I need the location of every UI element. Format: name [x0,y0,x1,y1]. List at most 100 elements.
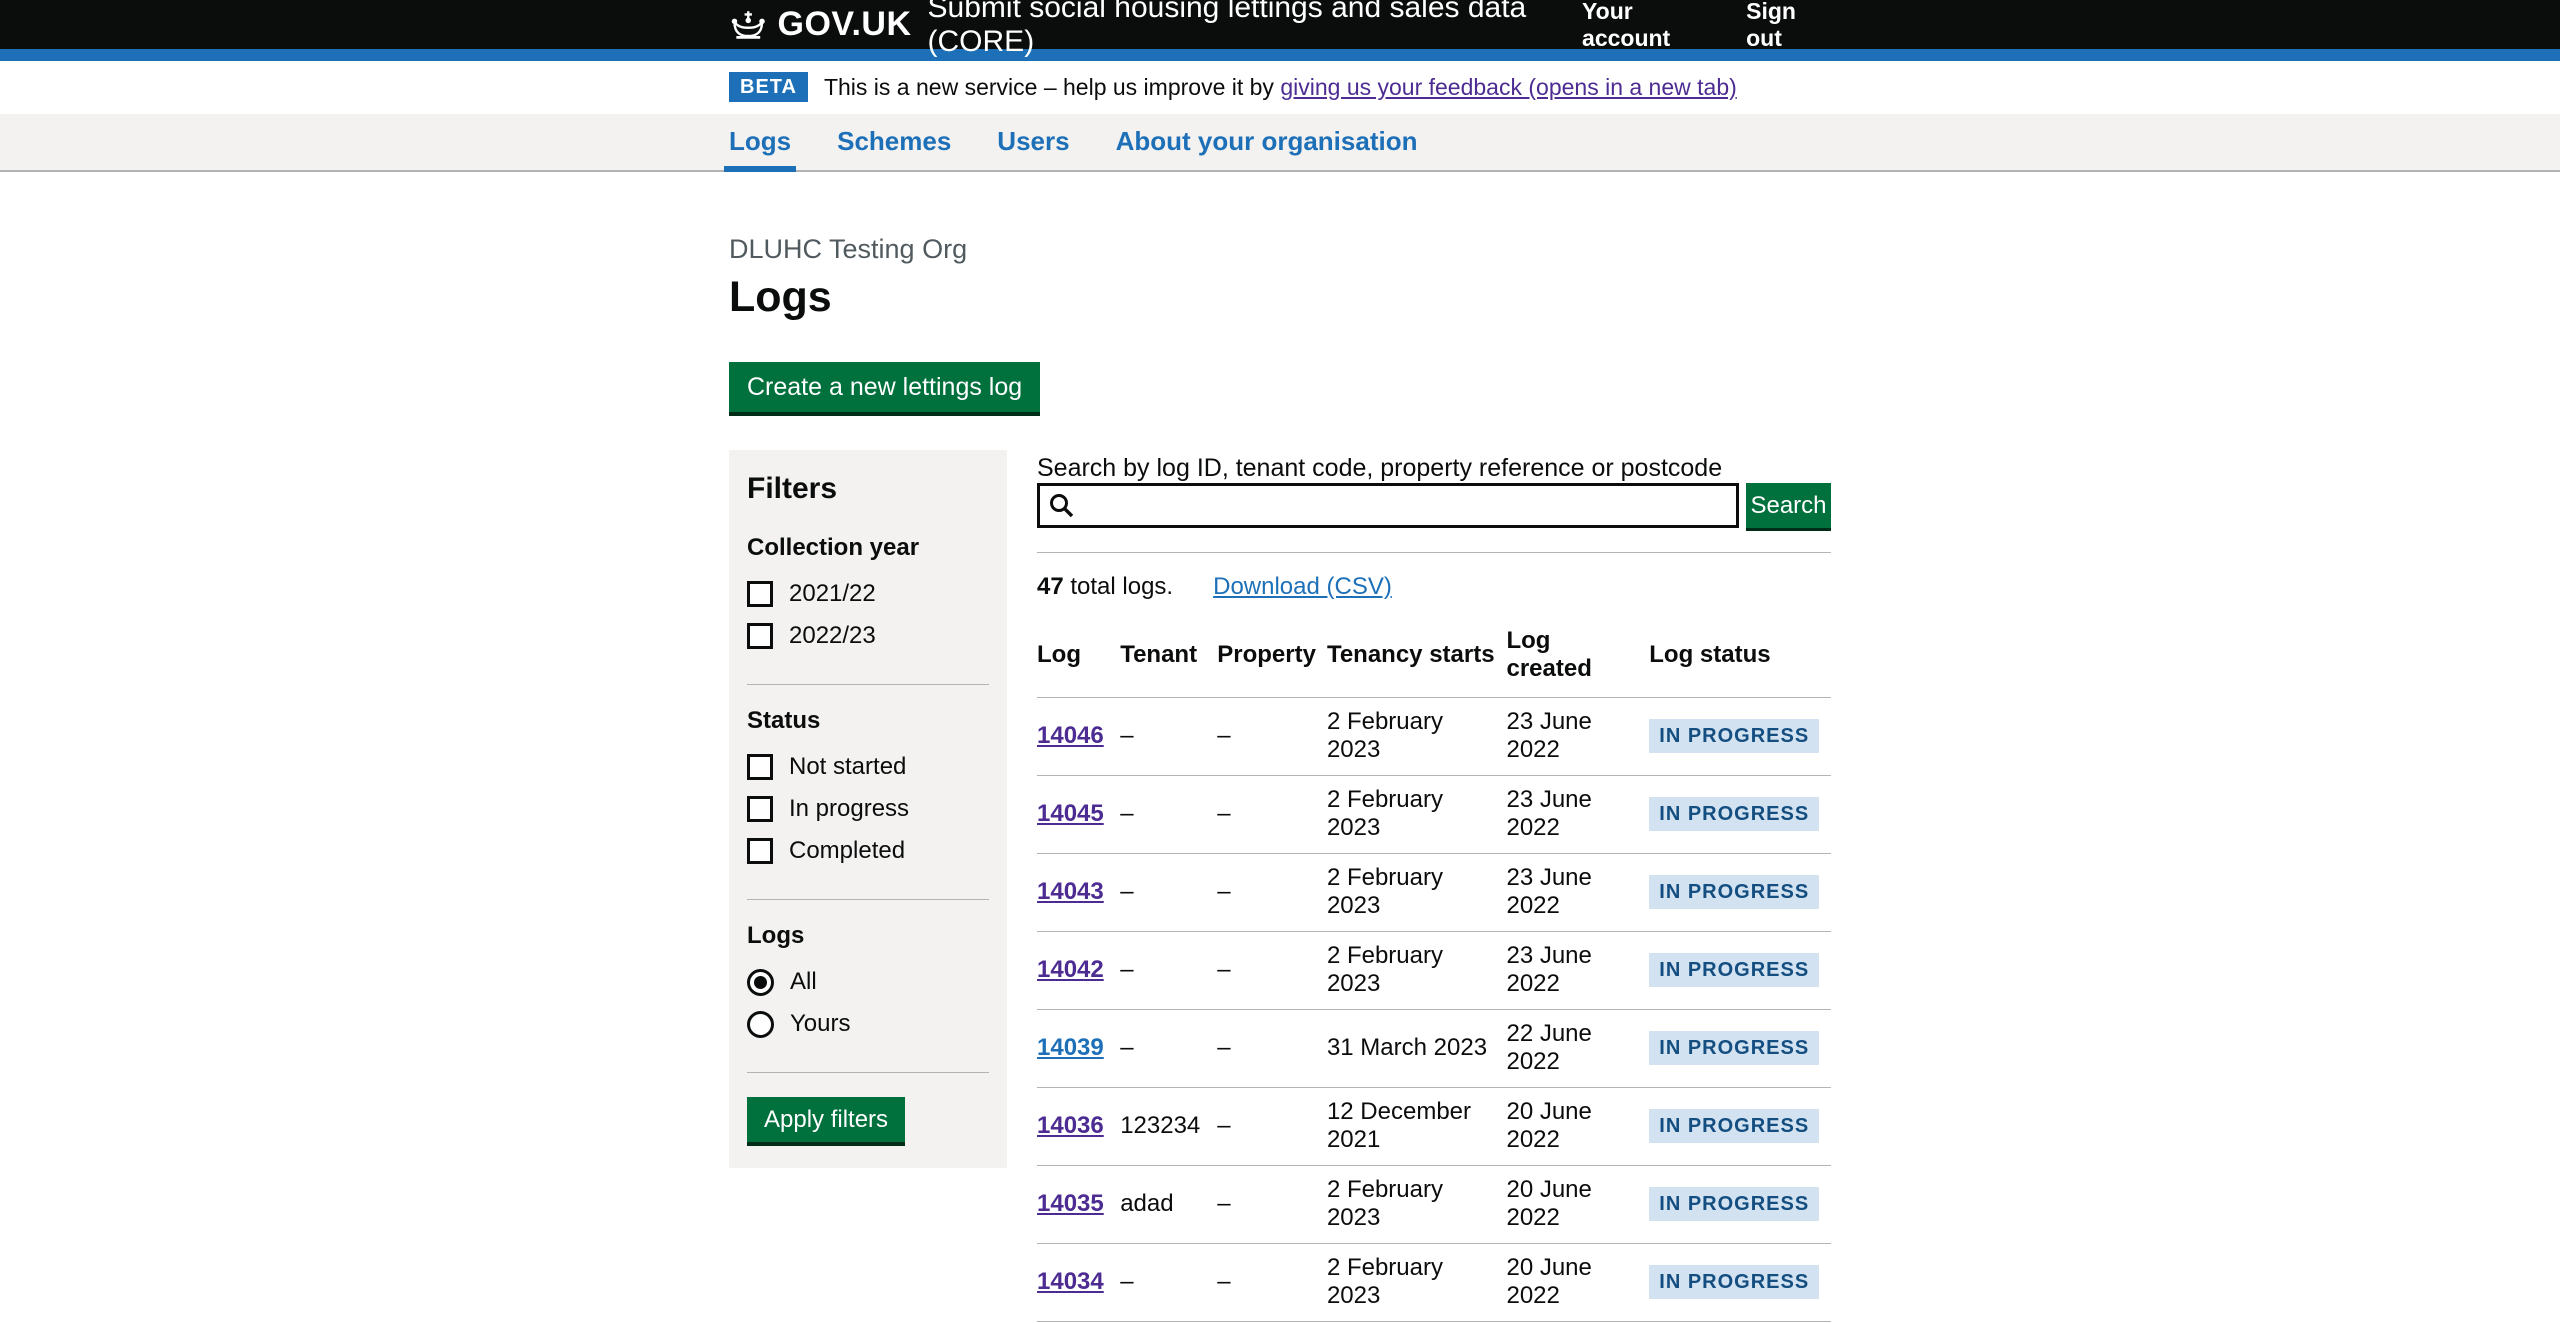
log-created-cell: 20 June 2022 [1506,1166,1649,1244]
tenant-cell: 123234 [1120,1088,1217,1166]
status-badge: IN PROGRESS [1649,875,1819,909]
log-id-link[interactable]: 14045 [1037,800,1104,827]
column-header-tenancy-starts: Tenancy starts [1327,619,1507,698]
filter-group: Collection year 2021/22 2022/23 [747,534,989,664]
filter-option-label: All [790,968,817,996]
log-created-cell: 23 June 2022 [1506,932,1649,1010]
crown-icon [729,8,768,42]
search-input[interactable] [1037,483,1739,528]
govuk-logotype: GOV.UK [778,5,912,44]
radio-icon[interactable] [747,969,774,996]
table-header-row: Log Tenant Property Tenancy starts Log c… [1037,619,1831,698]
tab-about-your-organisation[interactable]: About your organisation [1116,114,1418,170]
logs-table: Log Tenant Property Tenancy starts Log c… [1037,619,1831,1323]
checkbox-icon[interactable] [747,623,773,649]
apply-filters-button[interactable]: Apply filters [747,1097,905,1142]
log-created-cell: 23 June 2022 [1506,854,1649,932]
filter-checkbox-option[interactable]: 2021/22 [747,580,989,608]
filter-divider [747,899,989,900]
search-button[interactable]: Search [1746,483,1831,528]
tab-schemes[interactable]: Schemes [837,114,951,170]
beta-tag: BETA [729,72,808,102]
filters-title: Filters [747,472,989,506]
radio-icon[interactable] [747,1011,774,1038]
checkbox-icon[interactable] [747,581,773,607]
tab-logs[interactable]: Logs [729,114,791,170]
sign-out-link[interactable]: Sign out [1746,0,1831,52]
filter-radio-option[interactable]: All [747,968,989,996]
table-row: 14039 – – 31 March 2023 22 June 2022 IN … [1037,1010,1831,1088]
filter-option-label: 2021/22 [789,580,876,608]
property-cell: – [1217,1244,1327,1322]
tenancy-starts-cell: 2 February 2023 [1327,776,1507,854]
filter-group: Logs All Yours [747,922,989,1052]
property-cell: – [1217,698,1327,776]
search-label: Search by log ID, tenant code, property … [1037,454,1722,482]
total-logs-text: 47 total logs. [1037,573,1173,601]
checkbox-icon[interactable] [747,838,773,864]
property-cell: – [1217,932,1327,1010]
filter-group: Status Not started In progress Completed [747,707,989,879]
filter-checkbox-option[interactable]: In progress [747,795,989,823]
table-row: 14046 – – 2 February 2023 23 June 2022 I… [1037,698,1831,776]
property-cell: – [1217,776,1327,854]
log-id-link[interactable]: 14039 [1037,1034,1104,1061]
tenancy-starts-cell: 2 February 2023 [1327,854,1507,932]
primary-navigation: Logs Schemes Users About your organisati… [0,114,2560,172]
results-divider [1037,552,1831,553]
column-header-log-status: Log status [1649,619,1831,698]
service-name[interactable]: Submit social housing lettings and sales… [928,0,1583,59]
filter-checkbox-option[interactable]: Completed [747,837,989,865]
status-badge: IN PROGRESS [1649,1109,1819,1143]
phase-banner-text: This is a new service – help us improve … [824,74,1737,101]
table-row: 14036 123234 – 12 December 2021 20 June … [1037,1088,1831,1166]
tenant-cell: – [1120,932,1217,1010]
log-id-link[interactable]: 14036 [1037,1112,1104,1139]
log-created-cell: 23 June 2022 [1506,698,1649,776]
tenant-cell: – [1120,854,1217,932]
checkbox-icon[interactable] [747,754,773,780]
status-badge: IN PROGRESS [1649,1187,1819,1221]
status-badge: IN PROGRESS [1649,1265,1819,1299]
your-account-link[interactable]: Your account [1582,0,1716,52]
log-created-cell: 22 June 2022 [1506,1010,1649,1088]
log-created-cell: 23 June 2022 [1506,776,1649,854]
tenancy-starts-cell: 2 February 2023 [1327,1244,1507,1322]
log-id-link[interactable]: 14035 [1037,1190,1104,1217]
search-box [1037,483,1739,528]
total-logs-count: 47 [1037,573,1064,600]
filter-checkbox-option[interactable]: 2022/23 [747,622,989,650]
checkbox-icon[interactable] [747,796,773,822]
filter-checkbox-option[interactable]: Not started [747,753,989,781]
log-id-link[interactable]: 14043 [1037,878,1104,905]
organisation-caption: DLUHC Testing Org [729,234,1831,265]
property-cell: – [1217,1166,1327,1244]
create-lettings-log-button[interactable]: Create a new lettings log [729,362,1040,412]
table-row: 14042 – – 2 February 2023 23 June 2022 I… [1037,932,1831,1010]
filter-option-label: In progress [789,795,909,823]
tenant-cell: – [1120,698,1217,776]
govuk-header: GOV.UK Submit social housing lettings an… [0,0,2560,49]
filter-radio-option[interactable]: Yours [747,1010,989,1038]
property-cell: – [1217,1088,1327,1166]
column-header-log: Log [1037,619,1120,698]
header-logo-group[interactable]: GOV.UK Submit social housing lettings an… [729,0,1582,59]
tab-users[interactable]: Users [997,114,1069,170]
table-row: 14043 – – 2 February 2023 23 June 2022 I… [1037,854,1831,932]
log-created-cell: 20 June 2022 [1506,1088,1649,1166]
feedback-link[interactable]: giving us your feedback (opens in a new … [1280,74,1736,100]
tenancy-starts-cell: 31 March 2023 [1327,1010,1507,1088]
phase-banner: BETA This is a new service – help us imp… [0,61,2560,114]
log-id-link[interactable]: 14042 [1037,956,1104,983]
tenancy-starts-cell: 12 December 2021 [1327,1088,1507,1166]
filter-group-legend: Logs [747,922,804,950]
filter-option-label: Not started [789,753,906,781]
status-badge: IN PROGRESS [1649,953,1819,987]
download-csv-link[interactable]: Download (CSV) [1213,573,1392,601]
tenant-cell: – [1120,1010,1217,1088]
log-id-link[interactable]: 14046 [1037,722,1104,749]
log-id-link[interactable]: 14034 [1037,1268,1104,1295]
filter-groups: Collection year 2021/22 2022/23 Status N… [747,534,989,1073]
filter-option-label: Yours [790,1010,851,1038]
filter-option-label: 2022/23 [789,622,876,650]
